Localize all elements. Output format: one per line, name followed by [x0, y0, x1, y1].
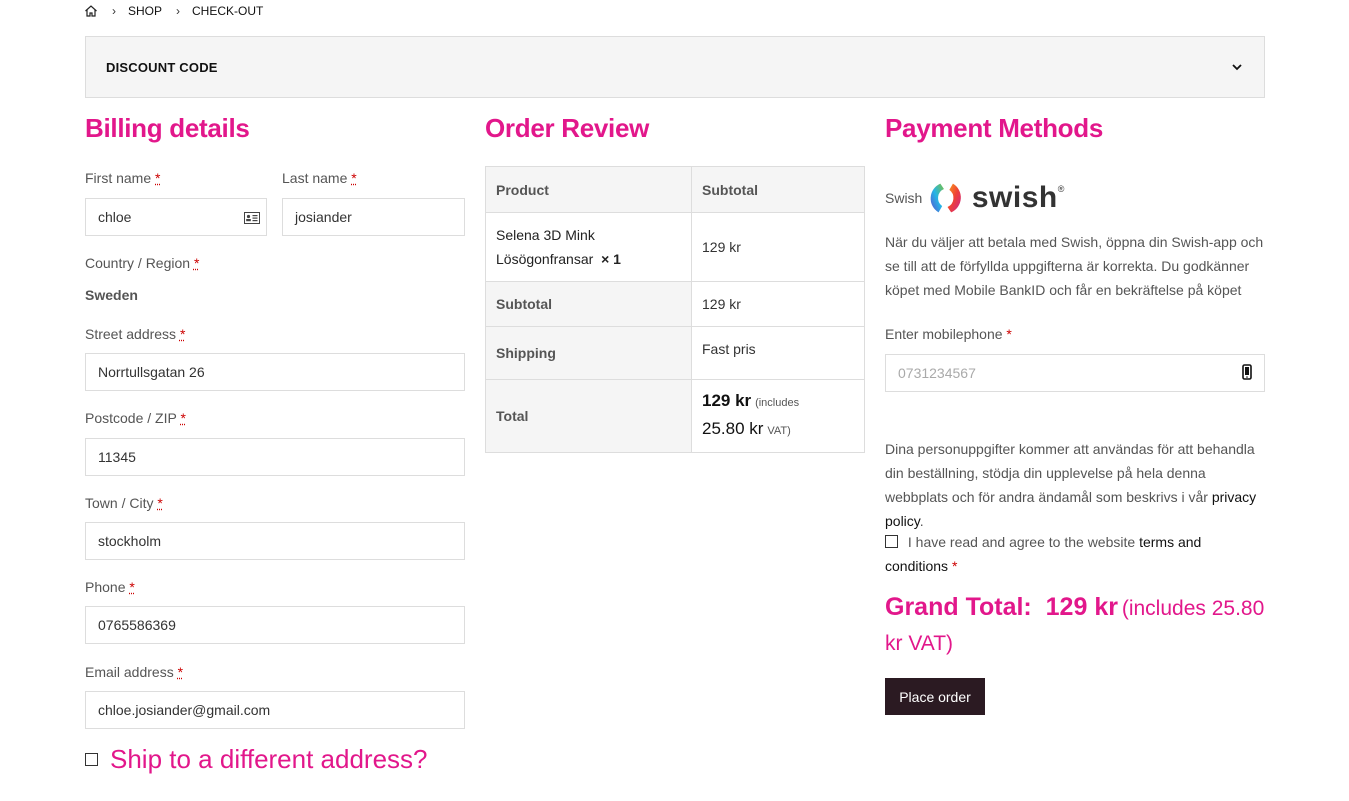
grand-total-value: 129 kr: [1045, 593, 1118, 621]
chevron-right-icon: ›: [176, 4, 181, 18]
place-order-button[interactable]: Place order: [885, 678, 985, 715]
breadcrumb: › SHOP › CHECK-OUT: [84, 4, 277, 18]
registered-mark: ®: [1057, 184, 1065, 194]
contact-card-icon[interactable]: [238, 199, 266, 237]
country-label: Country / Region *: [85, 255, 200, 271]
billing-title: Billing details: [85, 113, 250, 143]
shipping-value: Fast pris: [691, 326, 865, 380]
first-name-value: chloe: [98, 209, 132, 225]
total-cell: 129 kr (includes 25.80 kr VAT): [691, 379, 865, 453]
last-name-input[interactable]: josiander: [282, 198, 465, 236]
breadcrumb-checkout: CHECK-OUT: [192, 4, 264, 18]
mobilephone-label: Enter mobilephone *: [885, 326, 1012, 342]
email-label: Email address *: [85, 664, 184, 680]
total-vat-label: VAT): [767, 425, 791, 437]
terms-text: I have read and agree to the website: [907, 534, 1136, 550]
product-quantity: × 1: [601, 251, 621, 267]
col-product: Product: [485, 166, 692, 213]
shipping-label: Shipping: [485, 326, 692, 380]
phone-value: 0765586369: [98, 617, 176, 633]
ship-different-label: Ship to a different address?: [110, 744, 428, 774]
product-cell: Selena 3D Mink Lösögonfransar × 1: [485, 212, 692, 282]
street-label: Street address *: [85, 326, 186, 342]
town-input[interactable]: stockholm: [85, 522, 465, 560]
terms-checkbox[interactable]: [885, 535, 898, 548]
subtotal-label: Subtotal: [485, 281, 692, 327]
grand-total-label: Grand Total:: [885, 593, 1032, 621]
total-value: 129 kr: [702, 391, 752, 410]
ship-different-checkbox[interactable]: [85, 753, 98, 766]
order-review-title: Order Review: [485, 113, 650, 143]
chevron-right-icon: ›: [112, 4, 116, 18]
country-value: Sweden: [85, 287, 138, 303]
table-row: Total 129 kr (includes 25.80 kr VAT): [485, 379, 865, 453]
home-icon[interactable]: [84, 4, 98, 18]
table-row: Shipping Fast pris: [485, 326, 865, 380]
swish-mark-icon: [930, 183, 962, 213]
phone-input[interactable]: 0765586369: [85, 606, 465, 644]
last-name-value: josiander: [295, 209, 352, 225]
privacy-notice: Dina personuppgifter kommer att användas…: [885, 441, 1257, 529]
privacy-text: Dina personuppgifter kommer att användas…: [885, 441, 1255, 505]
swish-method-label: Swish: [885, 190, 923, 206]
swish-logo: swish ®: [926, 176, 1064, 220]
payment-methods-title: Payment Methods: [885, 113, 1103, 143]
swish-brand-text: swish: [971, 181, 1058, 214]
swish-description: När du väljer att betala med Swish, öppn…: [885, 234, 1264, 298]
product-price: 129 kr: [691, 212, 865, 282]
street-value: Norrtullsgatan 26: [98, 364, 205, 380]
discount-code-toggle[interactable]: DISCOUNT CODE: [85, 36, 1265, 98]
order-review-table: Product Subtotal Selena 3D Mink Lösögonf…: [485, 166, 865, 453]
mobilephone-placeholder: 0731234567: [898, 365, 976, 381]
email-value: chloe.josiander@gmail.com: [98, 702, 271, 718]
last-name-label: Last name *: [282, 170, 357, 186]
mobilephone-input[interactable]: 0731234567: [885, 354, 1265, 392]
postcode-value: 11345: [98, 449, 136, 465]
table-row: Selena 3D Mink Lösögonfransar × 1 129 kr: [485, 212, 865, 282]
grand-total: Grand Total: 129 kr (includes 25.80 kr V…: [885, 590, 1265, 662]
first-name-label: First name *: [85, 170, 161, 186]
postcode-label: Postcode / ZIP *: [85, 410, 186, 426]
first-name-input[interactable]: chloe: [85, 198, 267, 236]
total-label: Total: [485, 379, 692, 453]
email-input[interactable]: chloe.josiander@gmail.com: [85, 691, 465, 729]
chevron-down-icon: [1230, 60, 1244, 74]
table-row: Subtotal 129 kr: [485, 281, 865, 327]
street-input[interactable]: Norrtullsgatan 26: [85, 353, 465, 391]
col-subtotal: Subtotal: [691, 166, 865, 213]
town-label: Town / City *: [85, 495, 163, 511]
breadcrumb-shop[interactable]: SHOP: [128, 4, 162, 18]
total-vat-amount: 25.80 kr: [702, 419, 764, 438]
town-value: stockholm: [98, 533, 162, 549]
postcode-input[interactable]: 11345: [85, 438, 465, 476]
terms-agreement: I have read and agree to the website ter…: [885, 534, 1202, 574]
mobile-phone-icon: [1242, 363, 1252, 383]
discount-code-label: DISCOUNT CODE: [106, 59, 218, 75]
subtotal-value: 129 kr: [691, 281, 865, 327]
phone-label: Phone *: [85, 579, 135, 595]
swish-payment-option[interactable]: Swish swish ®: [885, 176, 1064, 220]
product-name-line1: Selena 3D Mink: [496, 227, 595, 243]
ship-different-address-toggle[interactable]: Ship to a different address?: [85, 744, 428, 775]
table-header-row: Product Subtotal: [485, 166, 865, 213]
product-name-line2: Lösögonfransar: [496, 251, 594, 267]
total-includes: (includes: [755, 397, 800, 409]
